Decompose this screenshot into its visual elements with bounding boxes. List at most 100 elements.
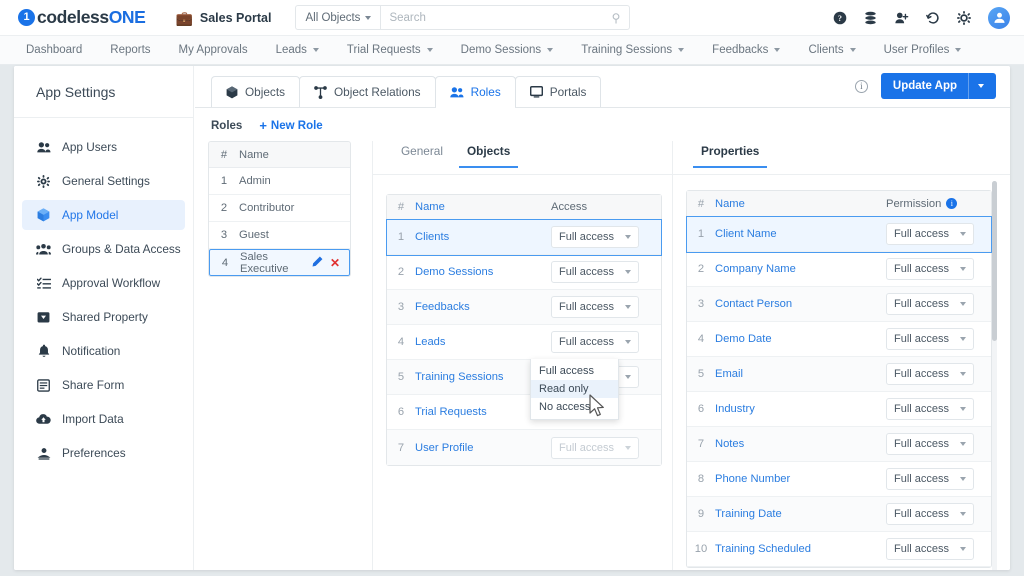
sidebar-item-shared-property[interactable]: Shared Property (22, 302, 185, 332)
tab-portals[interactable]: Portals (514, 76, 602, 107)
table-row[interactable]: 3 Contact Person Full access (687, 287, 991, 322)
row-name[interactable]: Contact Person (715, 298, 886, 310)
nav-item-trial-requests[interactable]: Trial Requests (333, 44, 447, 56)
tab-object-relations[interactable]: Object Relations (299, 76, 436, 107)
row-name[interactable]: Email (715, 368, 886, 380)
row-name[interactable]: Industry (715, 403, 886, 415)
table-row-selected[interactable]: 1 Clients Full access (386, 219, 662, 256)
dropdown-option-full-access[interactable]: Full access (531, 362, 618, 380)
tab-roles[interactable]: Roles (434, 76, 516, 108)
table-row[interactable]: 7 User Profile Full access (387, 430, 661, 465)
sidebar-item-approval-workflow[interactable]: Approval Workflow (22, 268, 185, 298)
nav-item-dashboard[interactable]: Dashboard (12, 44, 96, 56)
subtab-objects[interactable]: Objects (455, 141, 522, 168)
row-name[interactable]: Training Scheduled (715, 543, 886, 555)
row-name[interactable]: Client Name (715, 228, 886, 240)
database-icon[interactable] (864, 11, 877, 25)
table-row[interactable]: 2 Demo Sessions Full access (387, 255, 661, 290)
table-row[interactable]: 7 Notes Full access (687, 427, 991, 462)
permission-select[interactable]: Full access (886, 223, 974, 245)
row-name[interactable]: Demo Date (715, 333, 886, 345)
row-name[interactable]: Notes (715, 438, 886, 450)
tab-objects[interactable]: Objects (211, 76, 300, 107)
access-select[interactable]: Full access (551, 226, 639, 248)
row-name[interactable]: Feedbacks (415, 301, 551, 313)
app-logo[interactable]: 1 codelessONE (18, 7, 146, 28)
pencil-icon[interactable] (312, 256, 323, 270)
sidebar-item-general-settings[interactable]: General Settings (22, 166, 185, 196)
table-row[interactable]: 5 Training Sessions Full access (387, 360, 661, 395)
access-select[interactable]: Full access (551, 331, 639, 353)
nav-item-training-sessions[interactable]: Training Sessions (567, 44, 698, 56)
history-icon[interactable] (926, 11, 940, 25)
row-name[interactable]: Training Date (715, 508, 886, 520)
scrollbar-thumb[interactable] (992, 181, 997, 341)
object-filter-select[interactable]: All Objects (296, 6, 382, 29)
nav-item-user-profiles[interactable]: User Profiles (870, 44, 976, 56)
subtab-general[interactable]: General (389, 141, 455, 167)
nav-item-clients[interactable]: Clients (794, 44, 869, 56)
permission-select[interactable]: Full access (886, 363, 974, 385)
nav-item-demo-sessions[interactable]: Demo Sessions (447, 44, 568, 56)
search-input[interactable] (381, 11, 612, 24)
permission-select[interactable]: Full access (886, 433, 974, 455)
table-row[interactable]: 6 Trial Requests (387, 395, 661, 430)
table-row[interactable]: 9 Training Date Full access (687, 497, 991, 532)
access-select[interactable]: Full access (551, 436, 639, 459)
permission-select[interactable]: Full access (886, 258, 974, 280)
search-icon[interactable]: ⚲ (612, 11, 621, 25)
permission-select[interactable]: Full access (886, 503, 974, 525)
table-row[interactable]: 2 Company Name Full access (687, 252, 991, 287)
table-row[interactable]: 6 Industry Full access (687, 392, 991, 427)
permission-select[interactable]: Full access (886, 293, 974, 315)
sidebar-item-app-model[interactable]: App Model (22, 200, 185, 230)
row-name[interactable]: Leads (415, 336, 551, 348)
row-name[interactable]: Phone Number (715, 473, 886, 485)
new-role-button[interactable]: + New Role (259, 119, 322, 132)
row-name[interactable]: Clients (415, 231, 551, 243)
permission-select[interactable]: Full access (886, 328, 974, 350)
table-row[interactable]: 1 Admin (209, 168, 350, 195)
permission-select[interactable]: Full access (886, 398, 974, 420)
sidebar-item-app-users[interactable]: App Users (22, 132, 185, 162)
table-row[interactable]: 3 Feedbacks Full access (387, 290, 661, 325)
row-name[interactable]: Company Name (715, 263, 886, 275)
add-user-icon[interactable] (894, 11, 909, 25)
sidebar-item-share-form[interactable]: Share Form (22, 370, 185, 400)
top-icon-group: ? (833, 6, 1010, 29)
row-name[interactable]: Demo Sessions (415, 266, 551, 278)
update-app-button[interactable]: Update App (880, 73, 996, 99)
table-row-selected[interactable]: 1 Client Name Full access (686, 216, 992, 253)
table-row[interactable]: 5 Email Full access (687, 357, 991, 392)
portal-switcher[interactable]: 💼 Sales Portal (175, 11, 271, 25)
table-row[interactable]: 10 Training Scheduled Full access (687, 532, 991, 567)
row-name[interactable]: User Profile (415, 442, 551, 454)
table-row[interactable]: 4 Leads Full access (387, 325, 661, 360)
gear-icon[interactable] (957, 10, 971, 25)
close-icon[interactable]: ✕ (330, 256, 340, 270)
table-row[interactable]: 8 Phone Number Full access (687, 462, 991, 497)
nav-item-reports[interactable]: Reports (96, 44, 164, 56)
info-icon[interactable]: i (854, 79, 868, 93)
sidebar-item-preferences[interactable]: Preferences (22, 438, 185, 468)
nav-item-feedbacks[interactable]: Feedbacks (698, 44, 794, 56)
help-icon[interactable]: ? (833, 11, 847, 25)
sidebar-item-groups-data-access[interactable]: Groups & Data Access (22, 234, 185, 264)
table-row[interactable]: 4 Demo Date Full access (687, 322, 991, 357)
access-select[interactable]: Full access (551, 296, 639, 318)
avatar[interactable] (988, 6, 1010, 29)
permission-select[interactable]: Full access (886, 468, 974, 490)
permission-select[interactable]: Full access (886, 538, 974, 560)
info-icon[interactable]: i (946, 198, 958, 210)
table-row-selected[interactable]: 4 Sales Executive ✕ (209, 249, 350, 276)
access-value: Full access (559, 441, 615, 454)
sidebar-item-notification[interactable]: Notification (22, 336, 185, 366)
table-row[interactable]: 3 Guest (209, 222, 350, 249)
nav-item-my-approvals[interactable]: My Approvals (165, 44, 262, 56)
access-select[interactable]: Full access (551, 261, 639, 283)
sidebar-item-import-data[interactable]: Import Data (22, 404, 185, 434)
nav-item-leads[interactable]: Leads (262, 44, 333, 56)
subtab-properties[interactable]: Properties (689, 141, 771, 168)
table-row[interactable]: 2 Contributor (209, 195, 350, 222)
chevron-down-icon[interactable] (978, 84, 984, 88)
